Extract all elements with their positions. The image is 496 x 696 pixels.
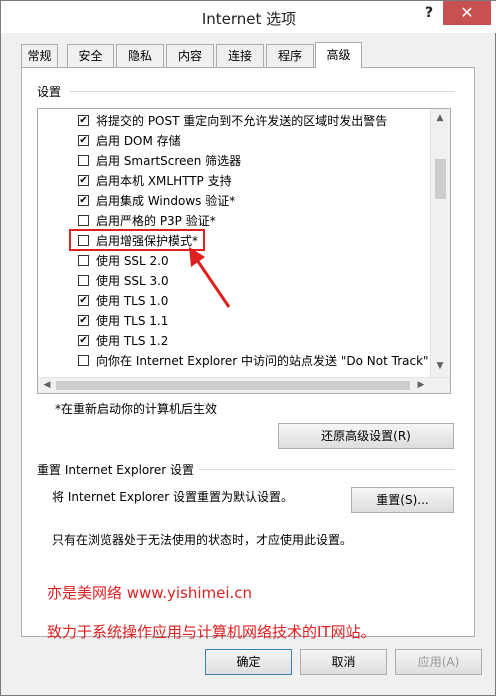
horizontal-scroll-thumb[interactable] <box>56 381 410 390</box>
setting-label: 启用 DOM 存储 <box>96 134 181 148</box>
checkbox-checked[interactable]: ✔ <box>78 195 89 206</box>
tab-programs[interactable]: 程序 <box>266 44 314 67</box>
scroll-right-icon[interactable]: ▶ <box>412 380 430 390</box>
setting-label: 将提交的 POST 重定向到不允许发送的区域时发出警告 <box>96 114 388 128</box>
close-button[interactable]: ✕ <box>443 1 491 25</box>
annotation-arrow-icon <box>189 247 231 308</box>
setting-label: 启用集成 Windows 验证* <box>96 194 236 208</box>
cancel-button[interactable]: 取消 <box>300 649 387 675</box>
setting-label: 使用 TLS 1.0 <box>96 294 169 308</box>
scroll-up-icon[interactable]: ▲ <box>431 113 449 123</box>
setting-label: 向你在 Internet Explorer 中访问的站点发送 "Do Not T… <box>96 354 430 368</box>
tab-general[interactable]: 常规 <box>21 44 58 67</box>
ok-button[interactable]: 确定 <box>205 649 292 675</box>
reset-description: 将 Internet Explorer 设置重置为默认设置。 <box>52 490 294 504</box>
reset-note: 只有在浏览器处于无法使用的状态时，才应使用此设置。 <box>52 533 353 547</box>
checkbox-checked[interactable]: ✔ <box>78 135 89 146</box>
help-button[interactable]: ? <box>415 1 443 25</box>
setting-label: 启用本机 XMLHTTP 支持 <box>96 174 232 188</box>
tab-privacy[interactable]: 隐私 <box>116 44 164 67</box>
checkbox-unchecked[interactable] <box>78 255 89 266</box>
dialog-window: Internet 选项 ? ✕ 常规 安全 隐私 内容 连接 程序 高级 设置 … <box>0 0 496 696</box>
reset-group-label: 重置 Internet Explorer 设置 <box>37 463 195 477</box>
checkbox-checked[interactable]: ✔ <box>78 315 89 326</box>
checkbox-unchecked[interactable] <box>78 355 89 366</box>
tab-security[interactable]: 安全 <box>67 44 114 67</box>
watermark-line-1: 亦是美网络 www.yishimei.cn <box>47 584 253 602</box>
restart-note: *在重新启动你的计算机后生效 <box>55 402 218 416</box>
scroll-down-icon[interactable]: ▼ <box>431 361 449 371</box>
checkbox-checked[interactable]: ✔ <box>78 295 89 306</box>
setting-label: 使用 SSL 3.0 <box>96 274 169 288</box>
checkbox-checked[interactable]: ✔ <box>78 175 89 186</box>
setting-label: 使用 TLS 1.2 <box>96 334 169 348</box>
setting-label: 使用 SSL 2.0 <box>96 254 169 268</box>
scroll-left-icon[interactable]: ◀ <box>38 380 56 390</box>
title-bar: Internet 选项 ? ✕ <box>1 1 496 33</box>
horizontal-scrollbar[interactable]: ◀ ▶ <box>38 377 450 393</box>
reset-group-divider <box>199 469 455 470</box>
settings-group-label: 设置 <box>37 85 62 99</box>
tab-advanced[interactable]: 高级 <box>315 42 362 68</box>
checkbox-checked[interactable]: ✔ <box>78 335 89 346</box>
restore-advanced-button[interactable]: 还原高级设置(R) <box>278 423 454 449</box>
tab-connections[interactable]: 连接 <box>216 44 264 67</box>
checkbox-checked[interactable]: ✔ <box>78 115 89 126</box>
watermark-line-2: 致力于系统操作应用与计算机网络技术的IT网站。 <box>47 623 376 641</box>
setting-label: 启用 SmartScreen 筛选器 <box>96 154 242 168</box>
settings-group-divider <box>69 91 455 92</box>
checkbox-unchecked[interactable] <box>78 215 89 226</box>
setting-label: 使用 TLS 1.1 <box>96 314 169 328</box>
settings-list[interactable]: ✔ 将提交的 POST 重定向到不允许发送的区域时发出警告 ✔ 启用 DOM 存储启用… <box>37 108 451 394</box>
tab-content[interactable]: 内容 <box>166 44 214 67</box>
reset-button[interactable]: 重置(S)... <box>351 487 454 513</box>
checkbox-unchecked[interactable] <box>78 275 89 286</box>
checkbox-unchecked[interactable] <box>78 155 89 166</box>
vertical-scroll-thumb[interactable] <box>435 159 446 199</box>
vertical-scrollbar[interactable]: ▲ ▼ <box>430 109 450 377</box>
apply-button[interactable]: 应用(A) <box>395 649 482 675</box>
setting-label: 启用严格的 P3P 验证* <box>96 214 216 228</box>
